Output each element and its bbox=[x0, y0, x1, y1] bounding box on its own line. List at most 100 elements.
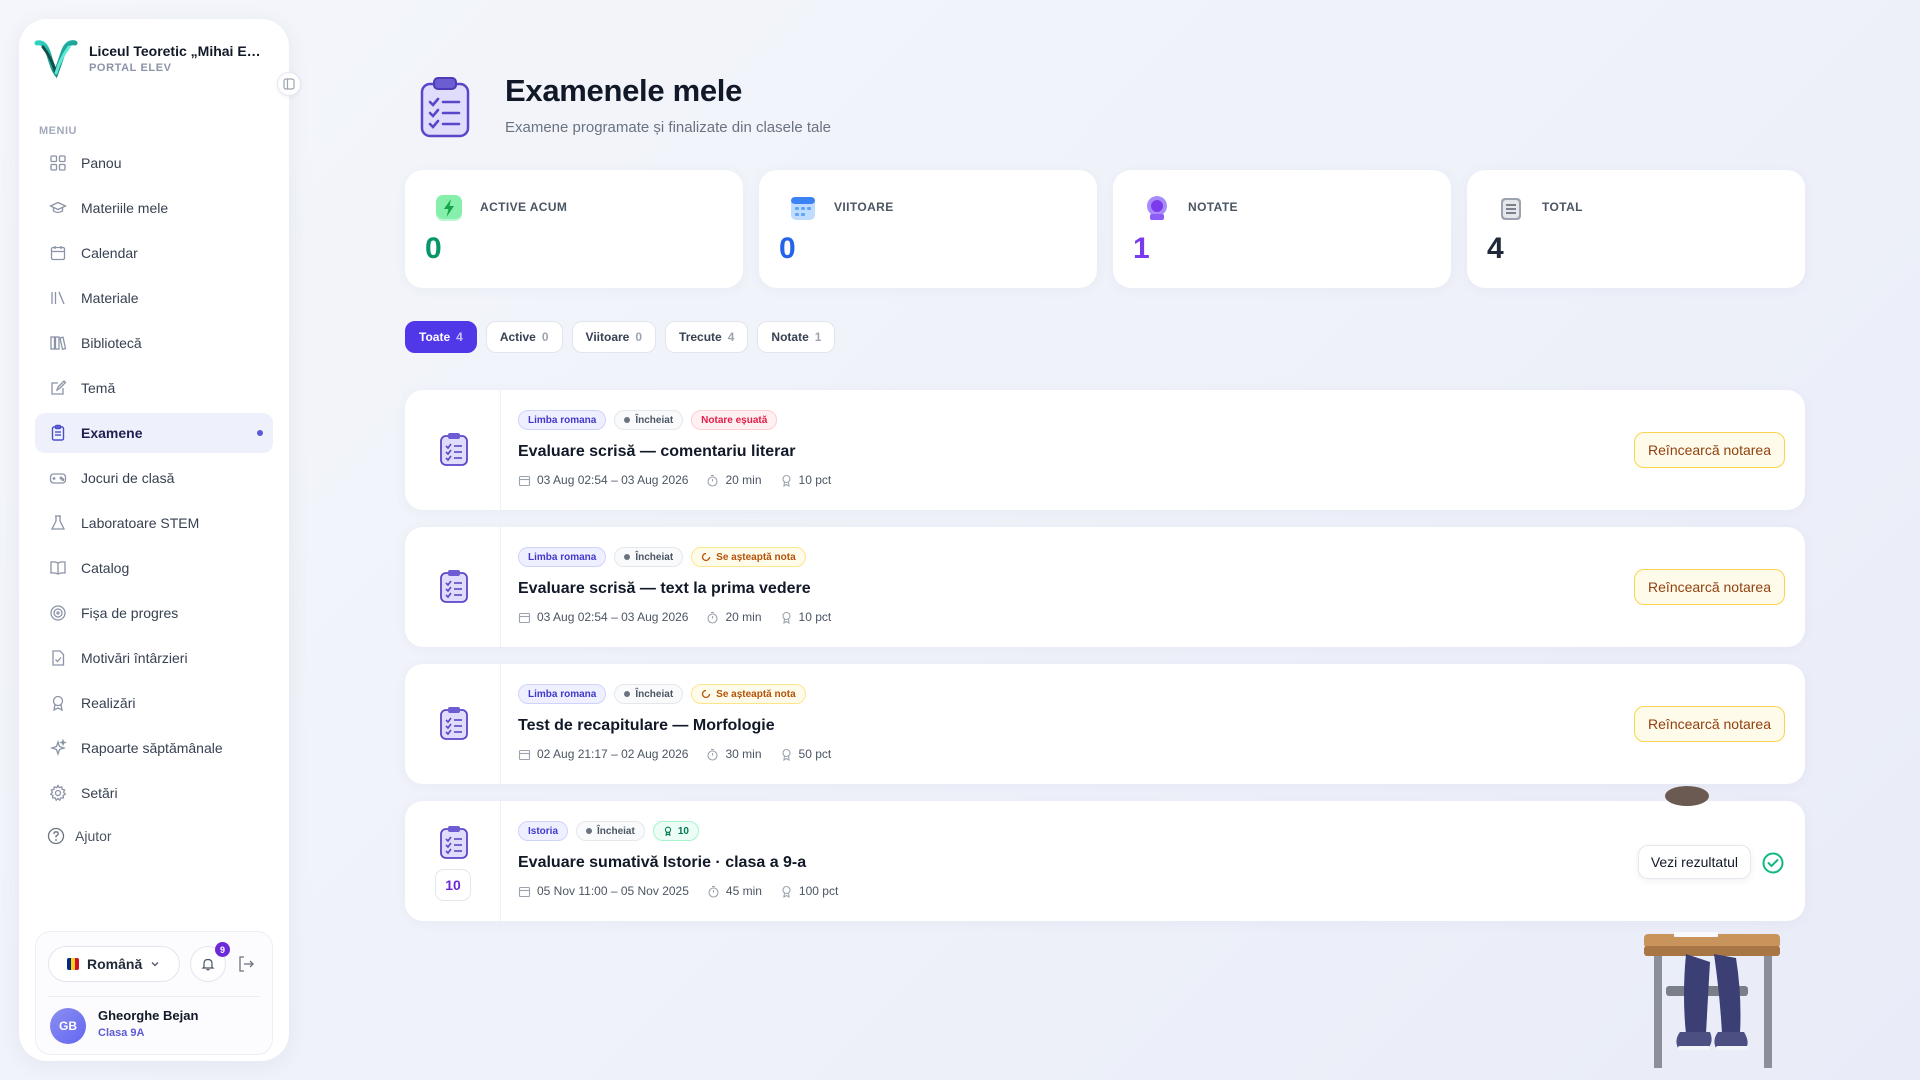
clipboard-checklist-icon bbox=[440, 433, 468, 466]
nav-item-tema[interactable]: Temă bbox=[35, 368, 273, 408]
calendar-icon bbox=[518, 475, 531, 486]
nav-item-calendar[interactable]: Calendar bbox=[35, 233, 273, 273]
retry-grading-button[interactable]: Reîncearcă notarea bbox=[1634, 432, 1785, 468]
timer-icon bbox=[707, 611, 719, 624]
filter-tabs: Toate 4 Active 0 Viitoare 0 Trecute 4 Notate… bbox=[405, 321, 836, 353]
stat-value: 4 bbox=[1487, 232, 1504, 265]
flask-icon bbox=[50, 515, 66, 530]
exam-card[interactable]: Limba romana Încheiat Se așteaptă nota T… bbox=[405, 664, 1805, 784]
exam-badges: Istoria Încheiat 10 bbox=[518, 821, 699, 841]
award-icon bbox=[782, 885, 791, 898]
nav-item-materiale[interactable]: Materiale bbox=[35, 278, 273, 318]
exam-duration: 20 min bbox=[706, 610, 762, 624]
collapse-sidebar-button[interactable] bbox=[277, 72, 301, 96]
retry-grading-button[interactable]: Reîncearcă notarea bbox=[1634, 706, 1785, 742]
panel-collapse-icon bbox=[283, 78, 295, 90]
nav-label: Materiile mele bbox=[81, 200, 169, 216]
exam-dates-text: 05 Nov 11:00 – 05 Nov 2025 bbox=[537, 884, 689, 898]
tab-trecute[interactable]: Trecute 4 bbox=[665, 321, 749, 353]
stat-card-upcoming: VIITOARE 0 bbox=[759, 170, 1097, 288]
tab-count: 0 bbox=[541, 330, 549, 344]
exam-badges: Limba romana Încheiat Se așteaptă nota bbox=[518, 684, 806, 704]
page-title: Examenele mele bbox=[505, 73, 743, 108]
tab-label: Viitoare bbox=[585, 330, 630, 344]
loading-icon bbox=[702, 552, 711, 562]
notifications-button[interactable]: 9 bbox=[190, 942, 230, 982]
exam-duration-text: 20 min bbox=[725, 473, 762, 487]
chevron-down-icon bbox=[151, 962, 159, 967]
exam-dates: 03 Aug 02:54 – 03 Aug 2026 bbox=[518, 473, 688, 487]
avatar[interactable]: GB bbox=[50, 1008, 86, 1044]
sparkles-icon bbox=[49, 739, 67, 757]
exam-badges: Limba romana Încheiat Notare eșuată bbox=[518, 410, 778, 430]
exam-points-text: 10 pct bbox=[798, 610, 832, 624]
brand[interactable]: Liceul Teoretic „Mihai Eminescu” PORTAL … bbox=[33, 35, 273, 81]
exam-dates: 02 Aug 21:17 – 02 Aug 2026 bbox=[518, 747, 688, 761]
stat-card-total: TOTAL 4 bbox=[1467, 170, 1805, 288]
exam-duration-text: 20 min bbox=[725, 610, 762, 624]
nav-item-rapoarte-saptamanale[interactable]: Rapoarte săptămânale bbox=[35, 728, 273, 768]
tab-active[interactable]: Active 0 bbox=[485, 321, 563, 353]
stat-value: 0 bbox=[779, 232, 796, 265]
nav-item-materiile-mele[interactable]: Materiile mele bbox=[35, 188, 273, 228]
tab-notate[interactable]: Notate 1 bbox=[757, 321, 836, 353]
nav-label: Temă bbox=[81, 380, 116, 396]
award-icon bbox=[664, 826, 671, 836]
exam-card[interactable]: Limba romana Încheiat Se așteaptă nota E… bbox=[405, 527, 1805, 647]
loading-icon bbox=[702, 689, 711, 699]
exam-card[interactable]: Limba romana Încheiat Notare eșuată Eval… bbox=[405, 390, 1805, 510]
nav-item-biblioteca[interactable]: Bibliotecă bbox=[35, 323, 273, 363]
user-class: Clasa 9A bbox=[98, 1027, 145, 1039]
bell-icon bbox=[201, 958, 215, 971]
subject-badge: Istoria bbox=[518, 821, 569, 841]
nav-label: Setări bbox=[81, 785, 118, 801]
tab-toate[interactable]: Toate 4 bbox=[405, 321, 477, 353]
nav-item-panou[interactable]: Panou bbox=[35, 143, 273, 183]
nav-label: Realizări bbox=[81, 695, 136, 711]
clipboard-checklist-icon bbox=[420, 77, 470, 138]
nav-item-examene[interactable]: Examene bbox=[35, 413, 273, 453]
stat-value: 1 bbox=[1133, 232, 1150, 265]
exam-meta: 03 Aug 02:54 – 03 Aug 2026 20 min 10 pct bbox=[518, 610, 831, 624]
school-name: Liceul Teoretic „Mihai Eminescu” bbox=[89, 42, 269, 59]
exam-icon-column bbox=[405, 527, 501, 647]
status-badge: Încheiat bbox=[614, 684, 684, 704]
notification-count-badge: 9 bbox=[215, 942, 230, 957]
tab-viitoare[interactable]: Viitoare 0 bbox=[571, 321, 657, 353]
exam-icon-column bbox=[405, 390, 501, 510]
nav-item-fisa-de-progres[interactable]: Fișa de progres bbox=[35, 593, 273, 633]
exam-meta: 02 Aug 21:17 – 02 Aug 2026 30 min 50 pct bbox=[518, 747, 831, 761]
tab-count: 0 bbox=[635, 330, 643, 344]
grade-badge: 10 bbox=[652, 821, 699, 841]
romania-flag-icon bbox=[67, 958, 79, 970]
nav-item-laboratoare-stem[interactable]: Laboratoare STEM bbox=[35, 503, 273, 543]
exam-badges: Limba romana Încheiat Se așteaptă nota bbox=[518, 547, 806, 567]
lightning-icon bbox=[436, 195, 462, 221]
stat-label: TOTAL bbox=[1542, 200, 1583, 214]
subject-badge: Limba romana bbox=[518, 547, 607, 567]
exam-duration: 45 min bbox=[707, 884, 762, 898]
tab-count: 4 bbox=[456, 330, 463, 344]
main-nav: Panou Materiile mele Calendar Materiale … bbox=[35, 143, 273, 818]
status-badge: Încheiat bbox=[576, 821, 645, 841]
nav-item-realizari[interactable]: Realizări bbox=[35, 683, 273, 723]
award-icon bbox=[781, 474, 791, 487]
nav-label: Panou bbox=[81, 155, 122, 171]
nav-item-setari[interactable]: Setări bbox=[35, 773, 273, 813]
nav-item-jocuri-de-clasa[interactable]: Jocuri de clasă bbox=[35, 458, 273, 498]
exam-duration: 20 min bbox=[706, 473, 762, 487]
exam-duration: 30 min bbox=[706, 747, 762, 761]
nav-item-motivari-intarzieri[interactable]: Motivări întârzieri bbox=[35, 638, 273, 678]
language-selector[interactable]: Română bbox=[48, 946, 180, 982]
exam-duration-text: 30 min bbox=[725, 747, 762, 761]
awaiting-grade-badge: Se așteaptă nota bbox=[691, 684, 806, 704]
active-indicator-dot bbox=[257, 430, 263, 436]
retry-grading-button[interactable]: Reîncearcă notarea bbox=[1634, 569, 1785, 605]
calendar-icon bbox=[518, 749, 531, 760]
tab-count: 1 bbox=[814, 330, 822, 344]
nav-item-catalog[interactable]: Catalog bbox=[35, 548, 273, 588]
logout-icon[interactable] bbox=[236, 954, 256, 974]
clipboard-list-icon bbox=[1501, 198, 1521, 220]
nav-label: Calendar bbox=[81, 245, 138, 261]
help-link[interactable]: Ajutor bbox=[47, 827, 112, 845]
